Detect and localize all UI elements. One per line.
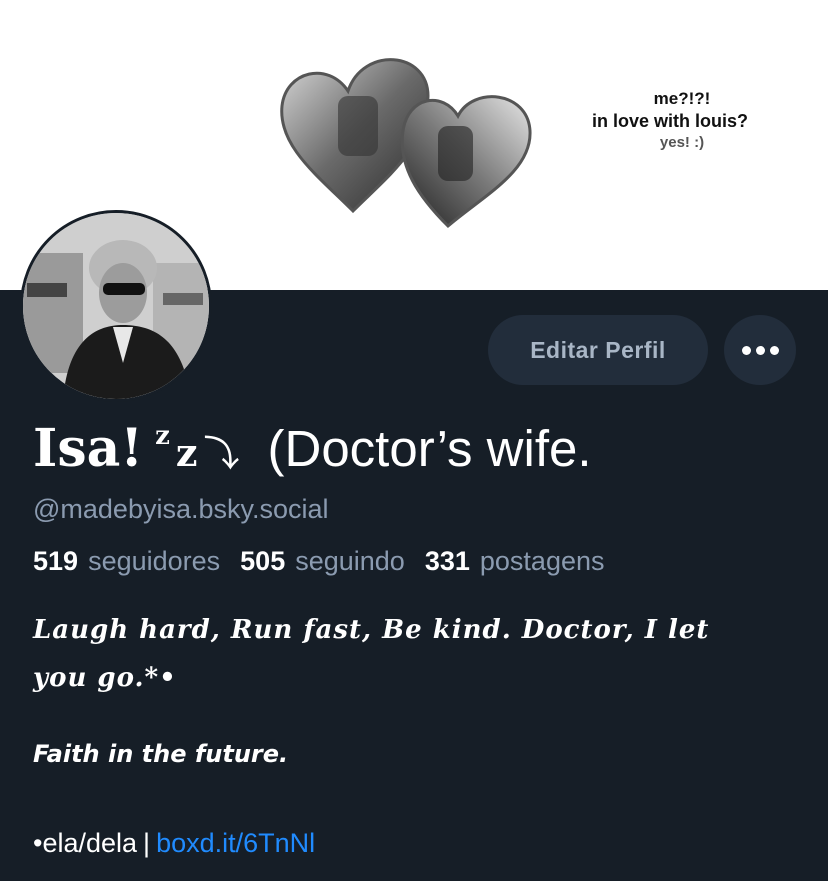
profile-stats: 519 seguidores 505 seguindo 331 postagens [33,546,625,577]
posts-stat: 331 postagens [425,546,625,576]
bio-separator: | [143,828,151,858]
more-options-button[interactable] [724,315,796,385]
following-link[interactable]: 505 seguindo [240,546,425,576]
banner-caption-line2: in love with louis? [591,111,748,131]
following-count: 505 [240,546,286,576]
followers-count: 519 [33,546,79,576]
following-label: seguindo [295,546,405,576]
followers-link[interactable]: 519 seguidores [33,546,240,576]
display-name-z: z [175,430,198,475]
banner-caption: me?!?! in love with louis? yes! :) [560,88,780,154]
bio-link[interactable]: boxd.it/6TnNl [156,828,315,858]
display-name: Isa! z z ⤵ (Doctor’s wife. [33,418,592,479]
edit-profile-button[interactable]: Editar Perfil [488,315,708,385]
avatar-photo [23,213,209,399]
banner-caption-line1: me?!?! [653,89,711,108]
bio-line2: Faith in the future. [33,740,289,768]
ellipsis-icon [730,345,790,355]
hearts-collage-image [280,58,532,229]
posts-label: postagens [479,546,605,576]
bio-line3: •ela/dela | boxd.it/6TnNl [33,828,315,859]
display-name-arrow: ⤵ [203,434,240,475]
display-name-part1: Isa! [33,418,144,479]
bio-pronouns: •ela/dela [33,828,138,858]
display-name-rest: (Doctor’s wife. [267,420,592,477]
followers-label: seguidores [88,546,221,576]
banner-caption-line3: yes! :) [659,134,705,151]
user-handle: @madebyisa.bsky.social [33,494,329,524]
avatar[interactable] [20,210,212,402]
bio-line1: Laugh hard, Run fast, Be kind. Doctor, I… [33,615,710,693]
posts-count: 331 [424,546,470,576]
display-name-sup: z [155,421,170,451]
